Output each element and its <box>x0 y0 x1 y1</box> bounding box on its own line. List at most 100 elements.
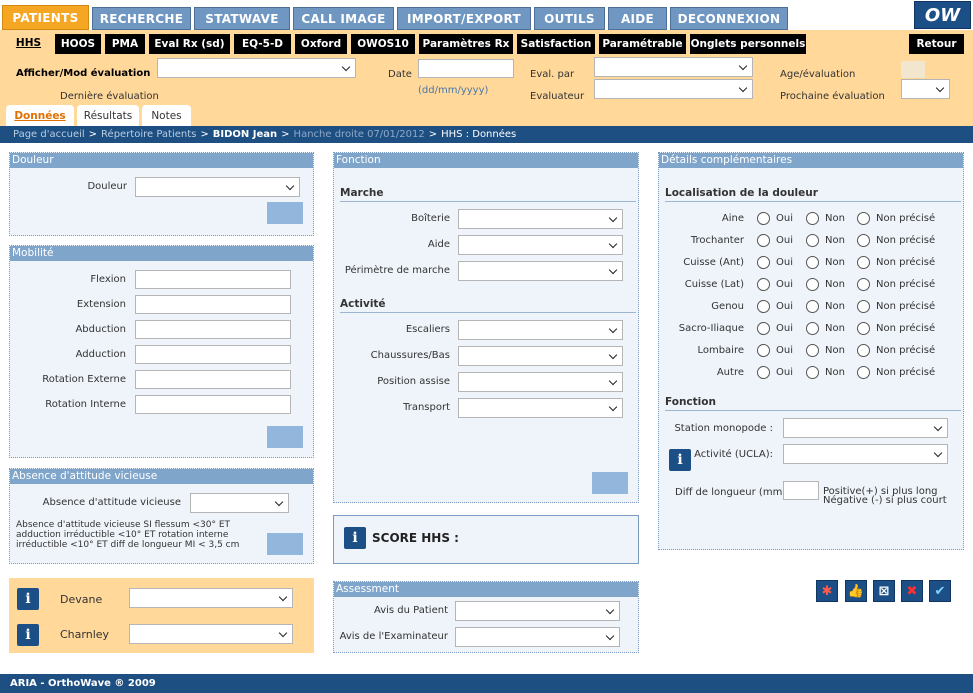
douleur-select[interactable] <box>135 177 300 197</box>
abduction-input[interactable] <box>135 320 291 339</box>
avis-examinateur-select[interactable] <box>455 627 620 647</box>
validate-icon[interactable]: ✔ <box>929 580 951 602</box>
tab-call-image[interactable]: CALL IMAGE <box>293 7 394 30</box>
radio-non-precise[interactable] <box>857 366 870 379</box>
prochaine-evaluation-select[interactable] <box>901 79 950 99</box>
asterisk-icon[interactable]: ✱ <box>816 580 838 602</box>
pagetab-resultats[interactable]: Résultats <box>77 105 139 126</box>
radio-non-precise[interactable] <box>857 256 870 269</box>
pagetab-notes[interactable]: Notes <box>142 105 191 126</box>
escaliers-select[interactable] <box>458 320 623 340</box>
tab-recherche[interactable]: RECHERCHE <box>92 7 191 30</box>
fonction-save-button[interactable] <box>592 472 628 494</box>
subtab-owos10[interactable]: OWOS10 <box>351 34 415 54</box>
evaluateur-select[interactable] <box>594 79 753 99</box>
eval-par-select[interactable] <box>594 57 753 77</box>
details-panel: Détails complémentaires Localisation de … <box>658 152 964 550</box>
position-assise-select[interactable] <box>458 372 623 392</box>
rotation-interne-input[interactable] <box>135 395 291 414</box>
boiterie-select[interactable] <box>458 209 623 229</box>
radio-non-precise[interactable] <box>857 300 870 313</box>
radio-oui[interactable] <box>757 234 770 247</box>
perimetre-select[interactable] <box>458 261 623 281</box>
info-icon[interactable]: i <box>17 624 39 646</box>
devane-select[interactable] <box>129 588 293 608</box>
info-icon[interactable]: i <box>344 527 366 549</box>
radio-oui[interactable] <box>757 212 770 225</box>
breadcrumb-hanche[interactable]: Hanche droite 07/01/2012 <box>294 129 425 140</box>
radio-non-precise[interactable] <box>857 212 870 225</box>
radio-non-precise[interactable] <box>857 234 870 247</box>
breadcrumb-home[interactable]: Page d'accueil <box>13 129 85 140</box>
station-monopode-select[interactable] <box>783 418 948 438</box>
absence-panel-title: Absence d'attitude vicieuse <box>10 469 313 484</box>
breadcrumb-repertoire[interactable]: Répertoire Patients <box>101 129 196 140</box>
subtab-pma[interactable]: PMA <box>105 34 145 54</box>
radio-non[interactable] <box>806 344 819 357</box>
mobilite-save-button[interactable] <box>267 426 303 448</box>
thumbs-up-icon[interactable]: 👍 <box>845 580 867 602</box>
info-icon[interactable]: i <box>17 588 39 610</box>
radio-non[interactable] <box>806 256 819 269</box>
transport-select[interactable] <box>458 398 623 418</box>
adduction-input[interactable] <box>135 345 291 364</box>
subtab-onglets-personnels[interactable]: Onglets personnels <box>690 34 806 54</box>
boiterie-label: Boîterie <box>411 213 450 224</box>
avis-patient-select[interactable] <box>455 601 620 621</box>
radio-oui[interactable] <box>757 344 770 357</box>
radio-non[interactable] <box>806 366 819 379</box>
tab-aide[interactable]: AIDE <box>608 7 667 30</box>
subtab-eq5d[interactable]: EQ-5-D <box>234 34 291 54</box>
rotation-externe-input[interactable] <box>135 370 291 389</box>
negative-note: Négative (-) si plus court <box>823 495 947 506</box>
radio-oui[interactable] <box>757 256 770 269</box>
radio-option-label: Non <box>825 257 845 268</box>
extension-input[interactable] <box>135 295 291 314</box>
absence-select[interactable] <box>190 493 289 513</box>
info-icon[interactable]: i <box>669 449 691 471</box>
breadcrumb-patient[interactable]: BIDON Jean <box>213 129 277 140</box>
radio-non-precise[interactable] <box>857 344 870 357</box>
pagetab-donnees[interactable]: Données <box>6 105 74 126</box>
date-input[interactable] <box>418 59 514 78</box>
diff-longueur-input[interactable] <box>783 481 819 500</box>
subtab-eval-rx[interactable]: Eval Rx (sd) <box>149 34 230 54</box>
tab-statwave[interactable]: STATWAVE <box>194 7 290 30</box>
tab-import-export[interactable]: IMPORT/EXPORT <box>397 7 531 30</box>
radio-oui[interactable] <box>757 322 770 335</box>
chaussures-select[interactable] <box>458 346 623 366</box>
subtab-parametrable[interactable]: Paramétrable <box>599 34 686 54</box>
radio-non-precise[interactable] <box>857 322 870 335</box>
absence-save-button[interactable] <box>267 533 303 555</box>
subtab-satisfaction[interactable]: Satisfaction <box>517 34 595 54</box>
tab-deconnexion[interactable]: DECONNEXION <box>670 7 788 30</box>
radio-non[interactable] <box>806 278 819 291</box>
douleur-save-button[interactable] <box>267 202 303 224</box>
subtab-hoos[interactable]: HOOS <box>55 34 101 54</box>
radio-non-precise[interactable] <box>857 278 870 291</box>
radio-non[interactable] <box>806 300 819 313</box>
delete-icon[interactable]: ✖ <box>901 580 923 602</box>
top-nav: PATIENTS RECHERCHE STATWAVE CALL IMAGE I… <box>0 0 973 30</box>
localisation-row-label: Cuisse (Lat) <box>684 279 744 290</box>
radio-non[interactable] <box>806 234 819 247</box>
charnley-select[interactable] <box>129 624 293 644</box>
avis-examinateur-label: Avis de l'Examinateur <box>339 631 448 642</box>
tab-patients[interactable]: PATIENTS <box>2 5 89 30</box>
afficher-evaluation-select[interactable] <box>157 58 356 78</box>
flexion-input[interactable] <box>135 270 291 289</box>
subtab-parametres-rx[interactable]: Paramètres Rx <box>419 34 513 54</box>
radio-oui[interactable] <box>757 366 770 379</box>
activite-ucla-select[interactable] <box>783 444 948 464</box>
radio-oui[interactable] <box>757 300 770 313</box>
radio-non[interactable] <box>806 212 819 225</box>
subtab-hhs[interactable]: HHS <box>10 32 47 54</box>
aide-select[interactable] <box>458 235 623 255</box>
tab-outils[interactable]: OUTILS <box>534 7 605 30</box>
radio-non[interactable] <box>806 322 819 335</box>
radio-oui[interactable] <box>757 278 770 291</box>
retour-button[interactable]: Retour <box>909 34 964 54</box>
subtab-oxford[interactable]: Oxford <box>295 34 347 54</box>
date-label: Date <box>388 69 412 80</box>
cancel-box-icon[interactable]: ⊠ <box>873 580 895 602</box>
